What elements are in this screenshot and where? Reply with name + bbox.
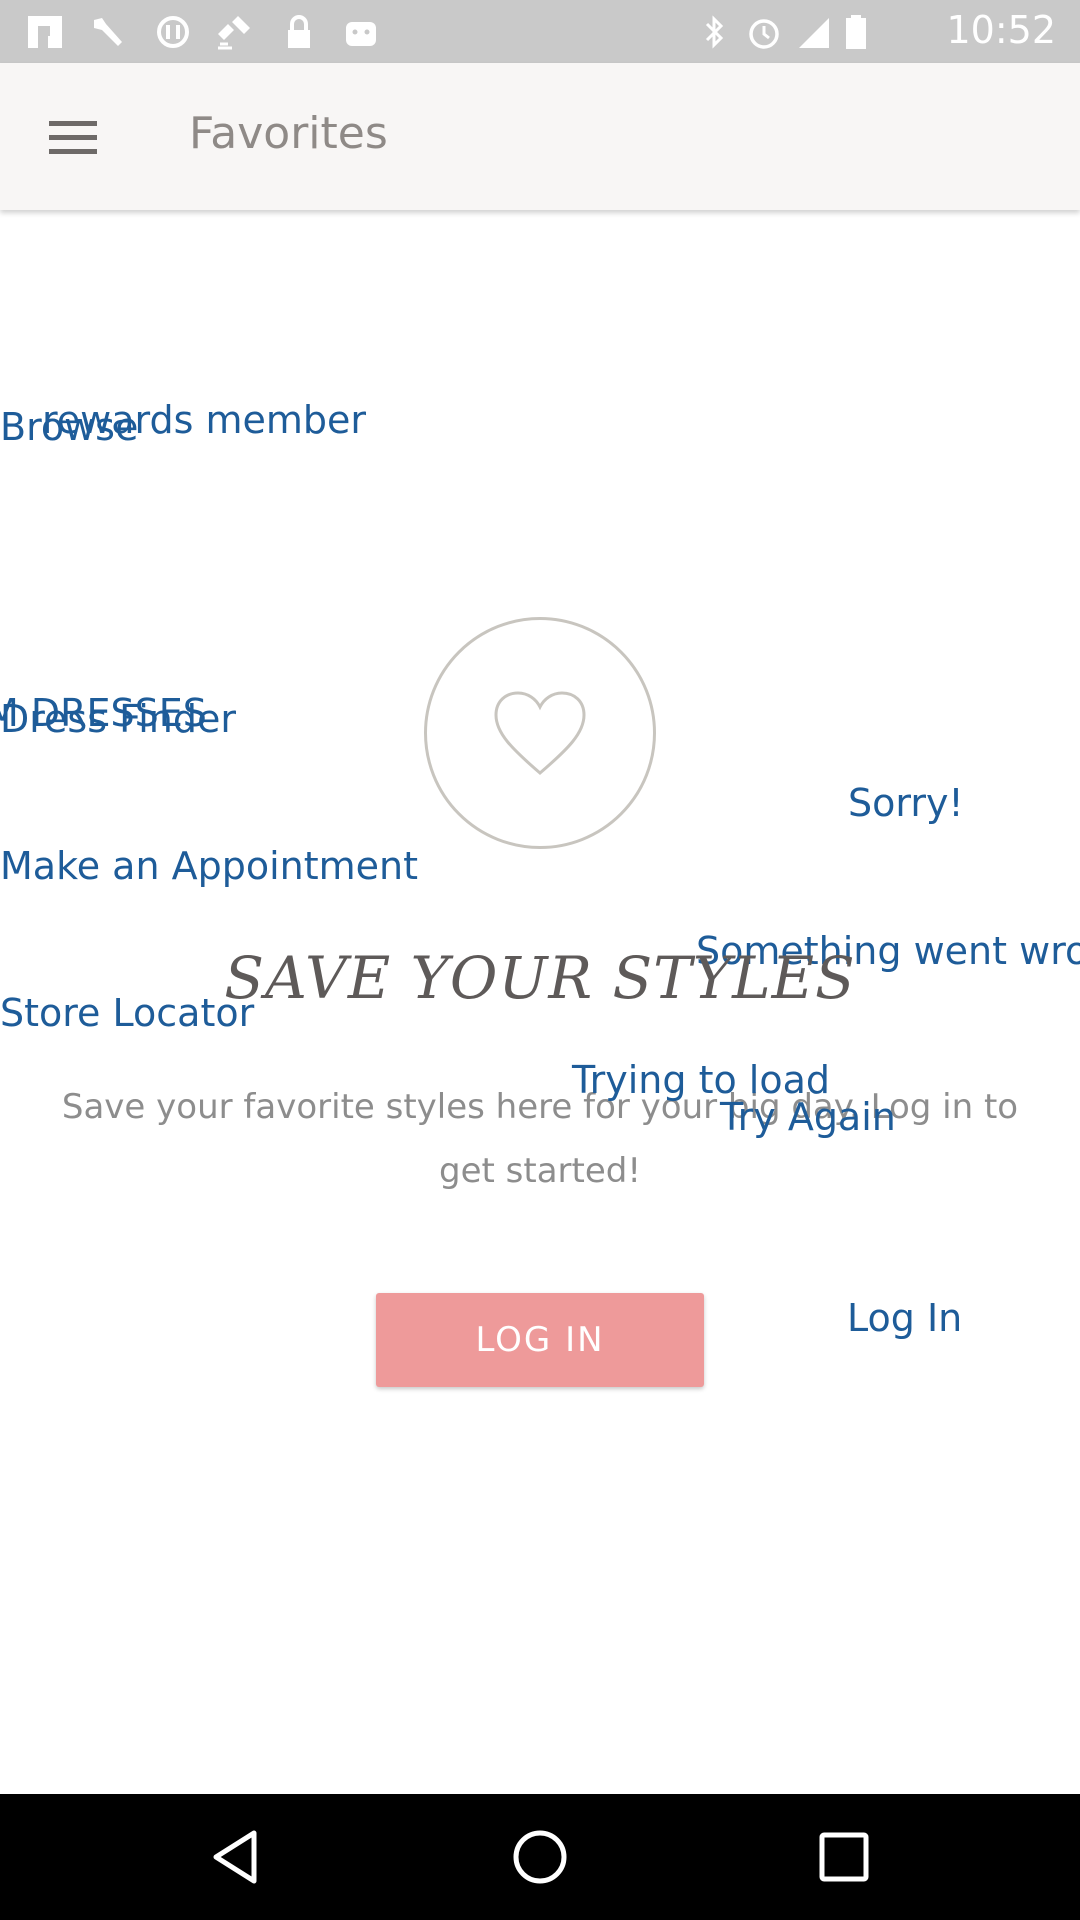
error-sorry: Sorry! (848, 781, 964, 825)
signal-icon (799, 18, 829, 48)
recents-icon[interactable] (814, 1827, 874, 1887)
try-again-link[interactable]: Try Again (720, 1095, 896, 1139)
status-bar: 10:52 (0, 0, 1080, 63)
android-icon (346, 22, 376, 46)
heart-icon (494, 691, 586, 775)
log-in-link[interactable]: Log In (847, 1296, 962, 1340)
page-title: Favorites (189, 108, 388, 159)
drawer-make-appointment[interactable]: Make an Appointment (0, 844, 418, 888)
status-time: 10:52 (946, 8, 1056, 52)
lock-icon (288, 15, 310, 48)
satellite-icon (218, 16, 250, 50)
navigation-bar (0, 1794, 1080, 1920)
back-icon[interactable] (206, 1827, 266, 1887)
log-in-button[interactable]: LOG IN (376, 1293, 704, 1387)
drawer-browse[interactable]: Browse (0, 405, 138, 449)
alarm-icon (749, 19, 779, 49)
battery-icon (846, 15, 866, 49)
cast-off-icon (157, 16, 189, 48)
bluetooth-icon (705, 15, 724, 49)
hamburger-menu-icon (49, 121, 97, 154)
empty-state-headline: SAVE YOUR STYLES (224, 944, 856, 1012)
flipboard-icon (28, 16, 62, 48)
wrench-icon (94, 18, 122, 46)
home-icon[interactable] (510, 1827, 570, 1887)
menu-button[interactable] (28, 98, 118, 178)
drawer-dress-finder[interactable]: Dress Finder (0, 697, 236, 741)
app-bar: Favorites (0, 63, 1080, 210)
